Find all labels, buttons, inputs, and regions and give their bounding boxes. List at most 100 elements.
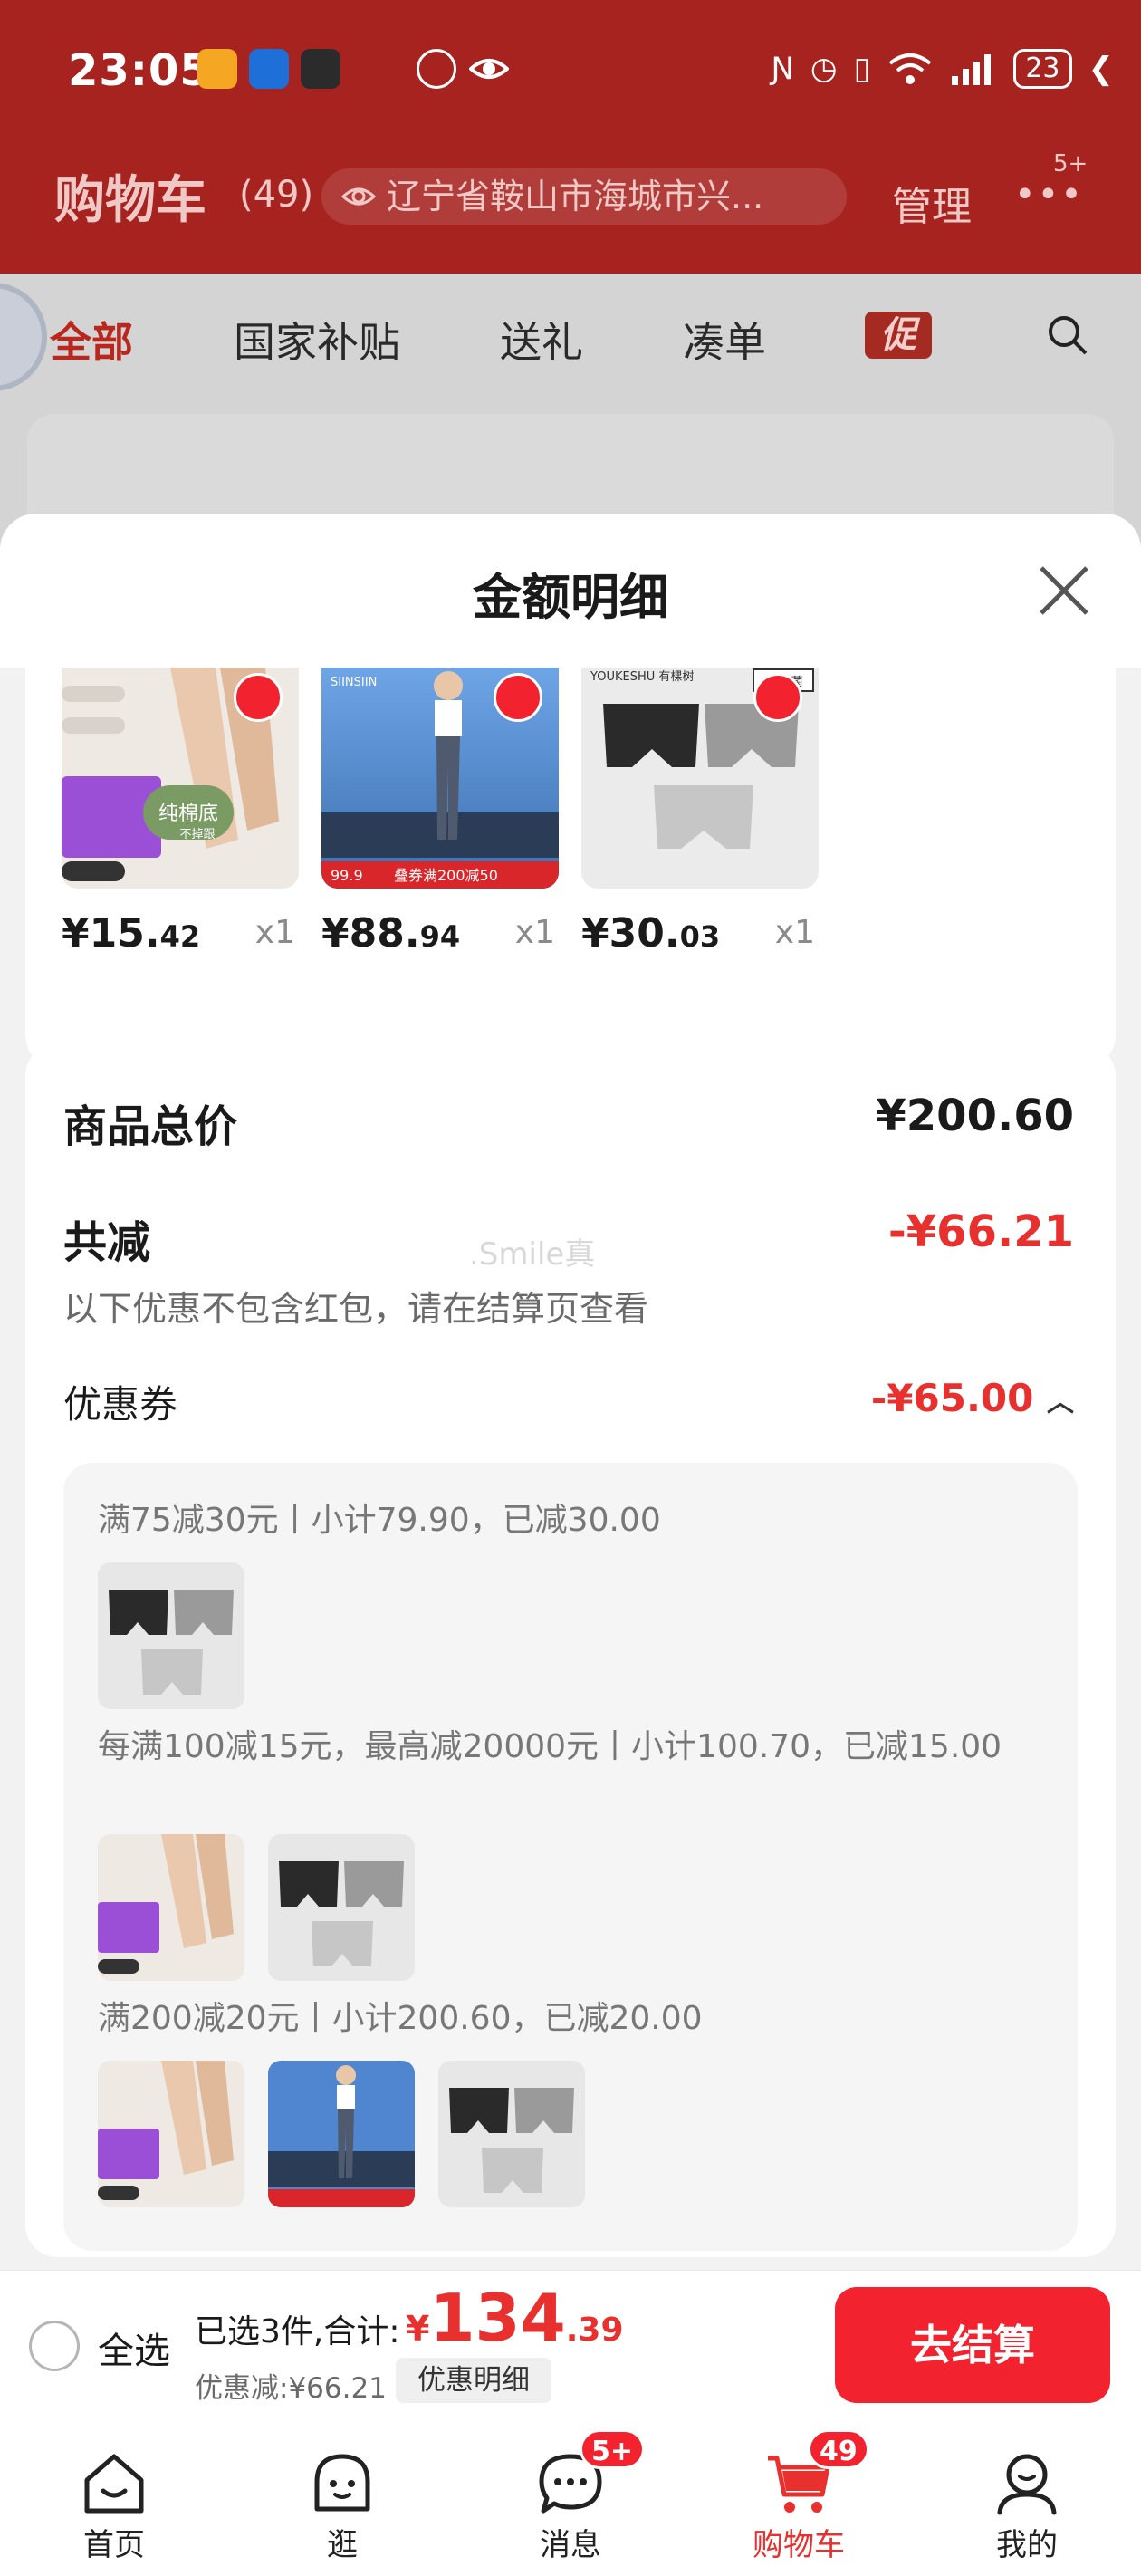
- product-price: ¥30.03: [581, 910, 720, 956]
- price-decimal: 03: [679, 919, 721, 954]
- tab-national-subsidy[interactable]: 国家补贴: [234, 310, 400, 370]
- nav-label: 购物车: [753, 2527, 845, 2563]
- coupon-label: 优惠券: [63, 1382, 178, 1427]
- app-notification-icon: [197, 49, 237, 89]
- coupon-product-thumb: [438, 2061, 585, 2207]
- price-decimal: 94: [419, 919, 461, 954]
- socks-label: 纯棉底: [158, 803, 218, 825]
- cart-tabs: 全部 国家补贴 送礼 凑单 促: [0, 274, 1141, 400]
- coupon-details: 满75减30元丨小计79.90，已减30.00 每满100减15元，最高减200…: [63, 1463, 1078, 2251]
- nav-messages[interactable]: 5+ 消息: [456, 2422, 685, 2576]
- nav-label: 首页: [83, 2527, 145, 2563]
- check-icon[interactable]: [753, 673, 802, 722]
- address-text: 辽宁省鞍山市海城市兴...: [387, 177, 764, 216]
- reduce-label: 共减: [63, 1217, 151, 1268]
- amount-integer: 134: [429, 2280, 566, 2356]
- app-notification-icon: [301, 49, 340, 89]
- price-integer: ¥30.: [581, 910, 680, 956]
- battery-indicator: 23: [1013, 49, 1072, 89]
- chevron-up-icon: ︿: [1047, 1387, 1074, 1418]
- coupon-product-thumb: [268, 1834, 415, 1981]
- amount-decimal: .39: [565, 2312, 624, 2349]
- coupon-product-thumb: [268, 2061, 415, 2207]
- price-integer: ¥88.: [321, 910, 420, 956]
- coupon-value: -¥65.00: [870, 1376, 1034, 1420]
- nav-profile[interactable]: 我的: [913, 2422, 1141, 2576]
- location-icon: [341, 187, 376, 206]
- cart-badge: 49: [808, 2429, 869, 2469]
- select-all-label[interactable]: 全选: [98, 2321, 170, 2374]
- coupon-product-thumb: [98, 1834, 244, 1981]
- product-image: SIINSIIN 99.9 叠券满200减50: [321, 668, 559, 889]
- underwear-brand: YOUKESHU 有棵树: [590, 670, 694, 684]
- search-icon[interactable]: [1046, 313, 1089, 357]
- jeans-image-promo: 叠券满200减50: [394, 867, 498, 884]
- cart-count: (49): [239, 174, 314, 216]
- selected-summary: 已选3件,合计:: [195, 2313, 400, 2350]
- tab-all[interactable]: 全部: [50, 310, 133, 370]
- currency-symbol: ¥: [406, 2309, 430, 2349]
- nav-browse[interactable]: 逛: [228, 2422, 456, 2576]
- manage-button[interactable]: 管理: [892, 174, 972, 232]
- more-badge: 5+: [1053, 150, 1088, 178]
- check-icon[interactable]: [234, 673, 283, 722]
- total-value: ¥200.60: [876, 1091, 1074, 1141]
- watermark: .Smile真: [469, 1236, 596, 1273]
- product-image: 纯棉底 不掉跟: [62, 668, 299, 889]
- select-all-checkbox[interactable]: [29, 2321, 80, 2371]
- jeans-image-price: 99.9: [331, 867, 363, 884]
- cart-header: 23:05 Ɲ ◷ ▯ 23 ❮ 购物车 (49) 辽宁省鞍山市海城市兴... …: [0, 0, 1141, 274]
- alarm-icon: ◷: [810, 51, 838, 87]
- coupon-rule: 满200减20元丨小计200.60，已减20.00: [98, 2000, 703, 2037]
- checkout-button[interactable]: 去结算: [835, 2287, 1110, 2403]
- message-badge: 5+: [580, 2429, 646, 2469]
- vibrate-icon: ▯: [853, 51, 871, 87]
- sheet-header: 金额明细: [0, 514, 1141, 668]
- nav-cart[interactable]: 49 购物车: [685, 2422, 913, 2576]
- checkout-bar: 全选 已选3件,合计: ¥134.39 优惠减:¥66.21 优惠明细 去结算: [0, 2270, 1141, 2422]
- status-right: Ɲ ◷ ▯ 23 ❮: [771, 49, 1114, 89]
- coupon-rule: 每满100减15元，最高减20000元丨小计100.70，已减15.00: [98, 1728, 1002, 1765]
- reduce-note: 以下优惠不包含红包，请在结算页查看: [63, 1289, 649, 1329]
- cart-title-row: 购物车 (49) 辽宁省鞍山市海城市兴... 管理 ••• 5+: [0, 150, 1141, 245]
- total-amount: ¥134.39: [406, 2280, 624, 2356]
- total-label: 商品总价: [63, 1101, 238, 1152]
- promo-tag[interactable]: 促: [865, 312, 932, 359]
- coupon-rule: 满75减30元丨小计79.90，已减30.00: [98, 1502, 661, 1539]
- floating-assistant-icon[interactable]: [0, 283, 47, 391]
- product-qty: x1: [514, 914, 555, 951]
- coupon-product-thumb: [98, 1562, 244, 1709]
- price-summary: 商品总价 ¥200.60 共减 -¥66.21 .Smile真 以下优惠不包含红…: [25, 1043, 1116, 2257]
- app-notification-icon: [249, 49, 289, 89]
- nfc-icon: Ɲ: [771, 51, 794, 87]
- signal-icon: [952, 54, 992, 85]
- product-qty: x1: [254, 914, 295, 951]
- check-icon[interactable]: [494, 673, 542, 722]
- tab-gift[interactable]: 送礼: [500, 310, 583, 370]
- product-price: ¥88.94: [321, 910, 460, 956]
- browse-icon: [314, 2454, 370, 2512]
- cart-title: 购物车: [54, 171, 206, 230]
- discount-detail-button[interactable]: 优惠明细: [396, 2358, 551, 2403]
- reduce-value: -¥66.21: [887, 1206, 1074, 1257]
- product-price: ¥15.42: [62, 910, 200, 956]
- jeans-brand: SIINSIIN: [331, 676, 377, 689]
- amount-detail-sheet: 金额明细 纯棉底 不掉跟 ¥15.42 x1 SIINSIIN 99.9 叠券满…: [0, 514, 1141, 2271]
- socks-sublabel: 不掉跟: [179, 828, 215, 841]
- more-icon[interactable]: •••: [1014, 174, 1084, 216]
- close-icon[interactable]: [1032, 559, 1096, 622]
- coupon-toggle[interactable]: -¥65.00 ︿: [871, 1376, 1074, 1420]
- eye-icon: [469, 59, 509, 79]
- tab-bundle[interactable]: 凑单: [683, 310, 766, 370]
- address-selector[interactable]: 辽宁省鞍山市海城市兴...: [321, 168, 847, 225]
- nav-label: 消息: [540, 2527, 601, 2563]
- coupon-product-thumb: [98, 2061, 244, 2207]
- price-decimal: 42: [159, 919, 201, 954]
- selected-products: 纯棉底 不掉跟 ¥15.42 x1 SIINSIIN 99.9 叠券满200减5…: [25, 668, 1116, 1068]
- nav-home[interactable]: 首页: [0, 2422, 228, 2576]
- home-icon: [84, 2454, 144, 2514]
- status-time: 23:05: [68, 45, 211, 96]
- bottom-nav: 首页 逛 5+ 消息 49 购物车 我的: [0, 2422, 1141, 2576]
- nav-label: 逛: [327, 2527, 358, 2563]
- sheet-title: 金额明细: [473, 569, 668, 626]
